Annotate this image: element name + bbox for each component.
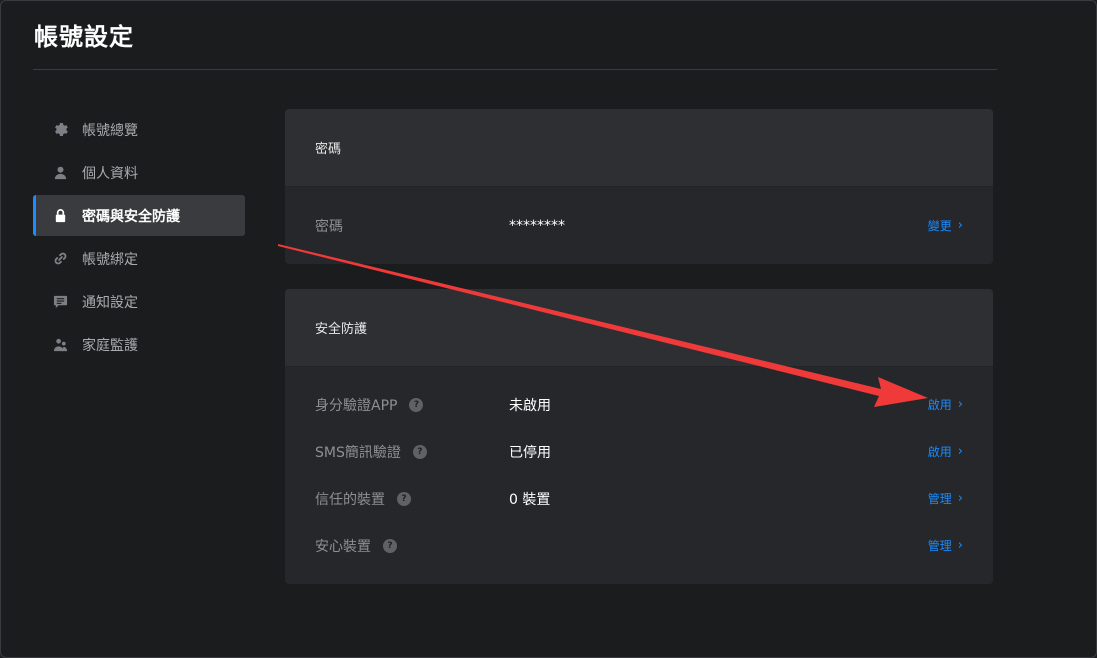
status-value: 0 裝置: [509, 491, 551, 508]
security-row-trusted-devices: 信任的裝置 ? 0 裝置 管理 ›: [285, 475, 993, 522]
security-card: 安全防護 身分驗證APP ? 未啟用 啟用 › SMS簡訊驗證 ? 已停用 啟用…: [285, 289, 993, 584]
row-label-text: SMS簡訊驗證: [315, 444, 401, 461]
page-title: 帳號設定: [34, 23, 134, 51]
enable-authenticator-link[interactable]: 啟用 ›: [928, 396, 963, 413]
card-body: 密碼 ******** 變更 ›: [285, 187, 993, 264]
action-label: 變更: [927, 219, 952, 233]
action-label: 啟用: [927, 398, 952, 412]
enable-sms-link[interactable]: 啟用 ›: [928, 443, 963, 460]
sidebar: 帳號總覽 個人資料 密碼與安全防護 帳號綁定 通知設定 家庭監護: [33, 109, 245, 367]
chevron-right-icon: ›: [957, 397, 963, 412]
row-label: 安心裝置 ?: [315, 536, 397, 556]
help-icon[interactable]: ?: [409, 397, 424, 412]
gear-icon: [52, 122, 68, 138]
password-row: 密碼 ******** 變更 ›: [285, 202, 993, 249]
settings-window: 帳號設定 帳號總覽 個人資料 密碼與安全防護 帳號綁定 通知設定 家庭監護 密碼…: [0, 0, 1097, 658]
security-row-authenticator: 身分驗證APP ? 未啟用 啟用 ›: [285, 381, 993, 428]
chevron-right-icon: ›: [957, 538, 963, 553]
family-icon: [52, 337, 68, 353]
help-icon[interactable]: ?: [383, 538, 397, 553]
password-card: 密碼 密碼 ******** 變更 ›: [285, 109, 993, 264]
security-row-safe-devices: 安心裝置 ? 管理 ›: [285, 522, 993, 569]
security-row-sms: SMS簡訊驗證 ? 已停用 啟用 ›: [285, 428, 993, 475]
sidebar-item-profile[interactable]: 個人資料: [33, 152, 245, 193]
row-label: SMS簡訊驗證 ?: [315, 442, 427, 462]
action-label: 管理: [927, 492, 952, 506]
sidebar-item-label: 家庭監護: [82, 337, 138, 354]
row-label: 信任的裝置 ?: [315, 489, 411, 509]
manage-safe-devices-link[interactable]: 管理 ›: [928, 537, 963, 554]
lock-icon: [52, 208, 68, 224]
chevron-right-icon: ›: [957, 444, 963, 459]
row-label-text: 身分驗證APP: [315, 397, 398, 414]
sidebar-item-label: 通知設定: [82, 294, 138, 311]
sidebar-item-notifications[interactable]: 通知設定: [33, 281, 245, 322]
sidebar-item-account-overview[interactable]: 帳號總覽: [33, 109, 245, 150]
link-icon: [52, 251, 68, 267]
row-label-text: 信任的裝置: [315, 491, 385, 508]
card-title: 安全防護: [285, 289, 993, 367]
manage-trusted-devices-link[interactable]: 管理 ›: [928, 490, 963, 507]
sidebar-item-label: 帳號綁定: [82, 251, 138, 268]
message-icon: [52, 294, 68, 310]
sidebar-item-label: 密碼與安全防護: [82, 208, 180, 225]
status-value: 已停用: [509, 444, 551, 461]
status-value: 未啟用: [509, 397, 551, 414]
action-label: 啟用: [927, 445, 952, 459]
title-divider: [33, 69, 997, 70]
sidebar-item-account-binding[interactable]: 帳號綁定: [33, 238, 245, 279]
sidebar-item-label: 個人資料: [82, 165, 138, 182]
chevron-right-icon: ›: [957, 218, 963, 233]
row-label-text: 密碼: [315, 218, 343, 235]
help-icon[interactable]: ?: [412, 444, 427, 459]
chevron-right-icon: ›: [957, 491, 963, 506]
row-label-text: 安心裝置: [315, 538, 371, 555]
card-title: 密碼: [285, 109, 993, 187]
password-value: ********: [509, 217, 565, 234]
change-password-link[interactable]: 變更 ›: [928, 217, 963, 234]
sidebar-item-label: 帳號總覽: [82, 122, 138, 139]
sidebar-item-password-security[interactable]: 密碼與安全防護: [33, 195, 245, 236]
action-label: 管理: [927, 539, 952, 553]
help-icon[interactable]: ?: [397, 491, 411, 506]
card-body: 身分驗證APP ? 未啟用 啟用 › SMS簡訊驗證 ? 已停用 啟用 › 信任…: [285, 367, 993, 584]
user-icon: [52, 165, 68, 181]
row-label: 身分驗證APP ?: [315, 395, 424, 415]
row-label: 密碼: [315, 216, 343, 236]
sidebar-item-family-guardian[interactable]: 家庭監護: [33, 324, 245, 365]
